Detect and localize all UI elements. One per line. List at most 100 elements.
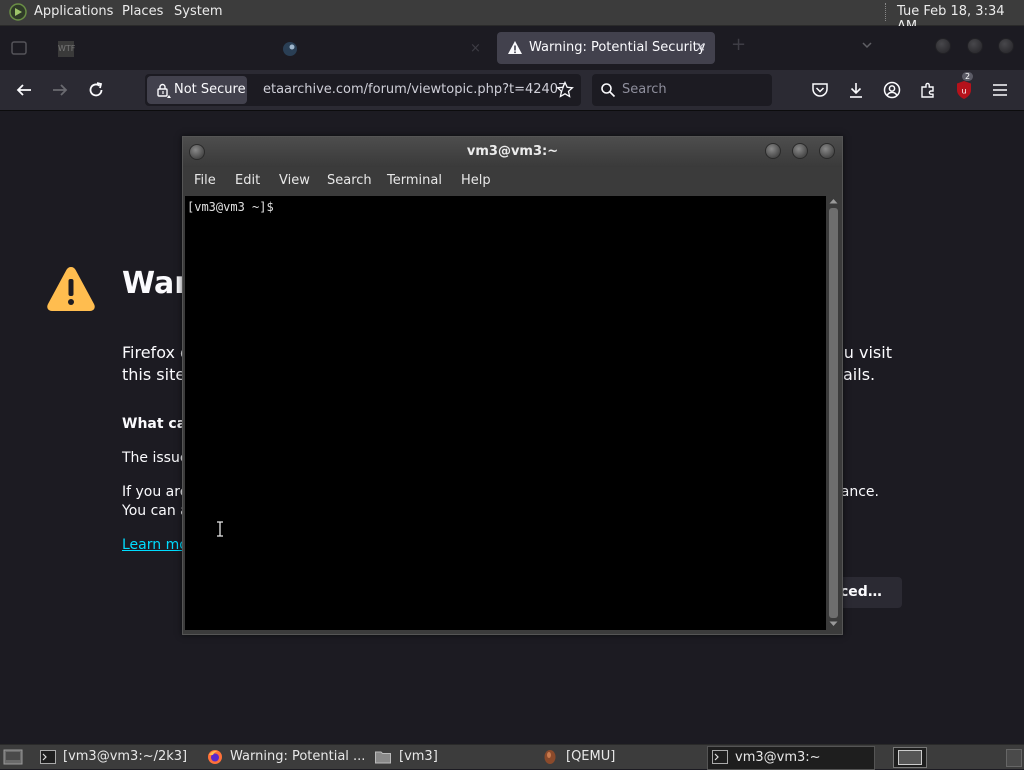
warning-triangle-icon — [46, 265, 96, 313]
top-panel: Applications Places System Tue Feb 18, 3… — [0, 0, 1024, 34]
taskbar-item-firefox[interactable]: Warning: Potential ... — [203, 746, 367, 768]
terminal-icon — [712, 750, 728, 764]
steam-favicon-icon — [282, 41, 298, 57]
ublock-shield-icon: u — [957, 81, 971, 99]
taskbar-item-label: Warning: Potential ... — [230, 749, 366, 764]
pocket-button[interactable] — [808, 78, 832, 102]
account-button[interactable] — [880, 78, 904, 102]
url-text[interactable]: etaarchive.com/forum/viewtopic.php?t=424… — [263, 82, 566, 97]
learn-more-link[interactable]: Learn mo — [122, 537, 188, 553]
folder-icon — [375, 750, 391, 764]
warning-para1-line2-left: this site — [122, 365, 186, 384]
terminal-scrollbar[interactable] — [827, 196, 840, 630]
terminal-window[interactable]: vm3@vm3:~ File Edit View Search Terminal… — [182, 136, 843, 635]
search-bar[interactable]: Search — [592, 74, 772, 106]
wtf-favicon-icon: WTF — [58, 41, 75, 57]
tab-close-icon[interactable]: × — [695, 32, 706, 64]
maximize-window-button[interactable] — [967, 38, 983, 54]
terminal-cursor — [286, 201, 287, 215]
hamburger-icon — [993, 84, 1007, 96]
app-menu-button[interactable] — [988, 78, 1012, 102]
taskbar-item-folder[interactable]: [vm3] — [372, 746, 532, 768]
not-secure-label: Not Secure — [174, 82, 246, 97]
svg-text:u: u — [961, 87, 966, 96]
terminal-prompt: [vm3@vm3 ~]$ — [187, 200, 274, 214]
scroll-down-arrow-icon[interactable] — [829, 621, 838, 627]
list-tabs-icon[interactable] — [862, 40, 872, 50]
new-tab-icon[interactable]: + — [731, 34, 749, 62]
taskbar-item-terminal-2k3[interactable]: [vm3@vm3:~/2k3] — [36, 746, 196, 768]
forward-button[interactable] — [48, 78, 72, 102]
ifyou-line1-left: If you are — [122, 484, 189, 500]
terminal-menu-terminal[interactable]: Terminal — [387, 173, 442, 188]
terminal-icon — [40, 750, 56, 764]
extensions-button[interactable] — [916, 78, 940, 102]
taskbar-item-qemu[interactable]: [QEMU] — [539, 746, 699, 768]
url-bar[interactable]: Not Secure etaarchive.com/forum/viewtopi… — [145, 74, 581, 106]
search-icon — [600, 82, 616, 98]
taskbar-item-label: vm3@vm3:~ — [735, 750, 821, 765]
scroll-up-arrow-icon[interactable] — [829, 198, 838, 204]
workspace-switcher[interactable] — [893, 747, 927, 768]
workspace-1[interactable] — [898, 750, 922, 765]
terminal-menu-file[interactable]: File — [194, 173, 216, 188]
tab-wtf[interactable]: WTF — [52, 34, 262, 64]
taskbar-item-label: [vm3] — [399, 749, 438, 764]
terminal-menu-edit[interactable]: Edit — [235, 173, 260, 188]
close-window-button[interactable] — [998, 38, 1014, 54]
terminal-menu-view[interactable]: View — [279, 173, 310, 188]
gnome-foot-icon[interactable] — [8, 3, 28, 21]
terminal-minimize-button[interactable] — [765, 143, 781, 159]
reload-button[interactable] — [84, 78, 108, 102]
back-button[interactable] — [12, 78, 36, 102]
back-arrow-icon — [16, 84, 31, 96]
firefox-icon — [207, 749, 223, 765]
ifyou-line2-left: You can a — [122, 503, 189, 519]
forward-arrow-icon — [53, 84, 68, 96]
advanced-button-label: ced… — [840, 584, 882, 600]
terminal-maximize-button[interactable] — [792, 143, 808, 159]
terminal-menu-help[interactable]: Help — [461, 173, 491, 188]
system-menu[interactable]: System — [174, 4, 222, 19]
terminal-close-button[interactable] — [819, 143, 835, 159]
tab-warning[interactable]: Warning: Potential Security × — [497, 32, 715, 64]
pocket-icon — [812, 83, 828, 97]
nav-bar: Not Secure etaarchive.com/forum/viewtopi… — [0, 70, 1024, 111]
bookmark-star-icon[interactable] — [556, 81, 574, 99]
taskbar-item-label: [QEMU] — [566, 749, 616, 764]
security-indicator[interactable]: Not Secure — [147, 76, 247, 104]
ublock-button[interactable]: u 2 — [952, 72, 976, 102]
scrollbar-thumb[interactable] — [829, 208, 838, 618]
warning-para1-line2-right: ails. — [843, 365, 876, 384]
places-menu[interactable]: Places — [122, 4, 163, 19]
minimize-window-button[interactable] — [935, 38, 951, 54]
qemu-icon — [543, 749, 557, 765]
ublock-badge: 2 — [962, 72, 974, 81]
account-icon — [883, 81, 901, 99]
terminal-output[interactable]: [vm3@vm3 ~]$ — [185, 196, 826, 630]
reload-icon — [89, 82, 103, 97]
tab-steam[interactable]: × — [276, 34, 486, 64]
puzzle-icon — [921, 82, 934, 98]
tab-strip: WTF × Warning: Potential Security × + — [0, 26, 1024, 70]
taskbar-item-label: [vm3@vm3:~/2k3] — [63, 749, 188, 764]
ibeam-cursor-icon — [216, 521, 224, 537]
warning-para1-line1-left: Firefox d — [122, 343, 191, 362]
trash-icon[interactable] — [1006, 749, 1022, 767]
downloads-button[interactable] — [844, 78, 868, 102]
applications-menu[interactable]: Applications — [34, 4, 113, 19]
warning-favicon-icon — [507, 40, 523, 56]
show-desktop-icon[interactable] — [3, 748, 23, 766]
firefox-view-icon[interactable] — [10, 39, 28, 57]
search-placeholder: Search — [622, 82, 667, 97]
terminal-titlebar[interactable]: vm3@vm3:~ — [183, 137, 842, 167]
tab-label: Warning: Potential Security — [529, 40, 706, 55]
lock-warning-icon — [155, 82, 171, 98]
taskbar-item-terminal-active[interactable]: vm3@vm3:~ — [707, 746, 875, 770]
bottom-panel: [vm3@vm3:~/2k3] Warning: Potential ... [… — [0, 744, 1024, 770]
terminal-menu-search[interactable]: Search — [327, 173, 372, 188]
issue-text: The issue — [122, 450, 189, 466]
warning-title: War — [122, 266, 190, 301]
terminal-title: vm3@vm3:~ — [466, 144, 559, 159]
tab-close-icon[interactable]: × — [470, 34, 481, 64]
